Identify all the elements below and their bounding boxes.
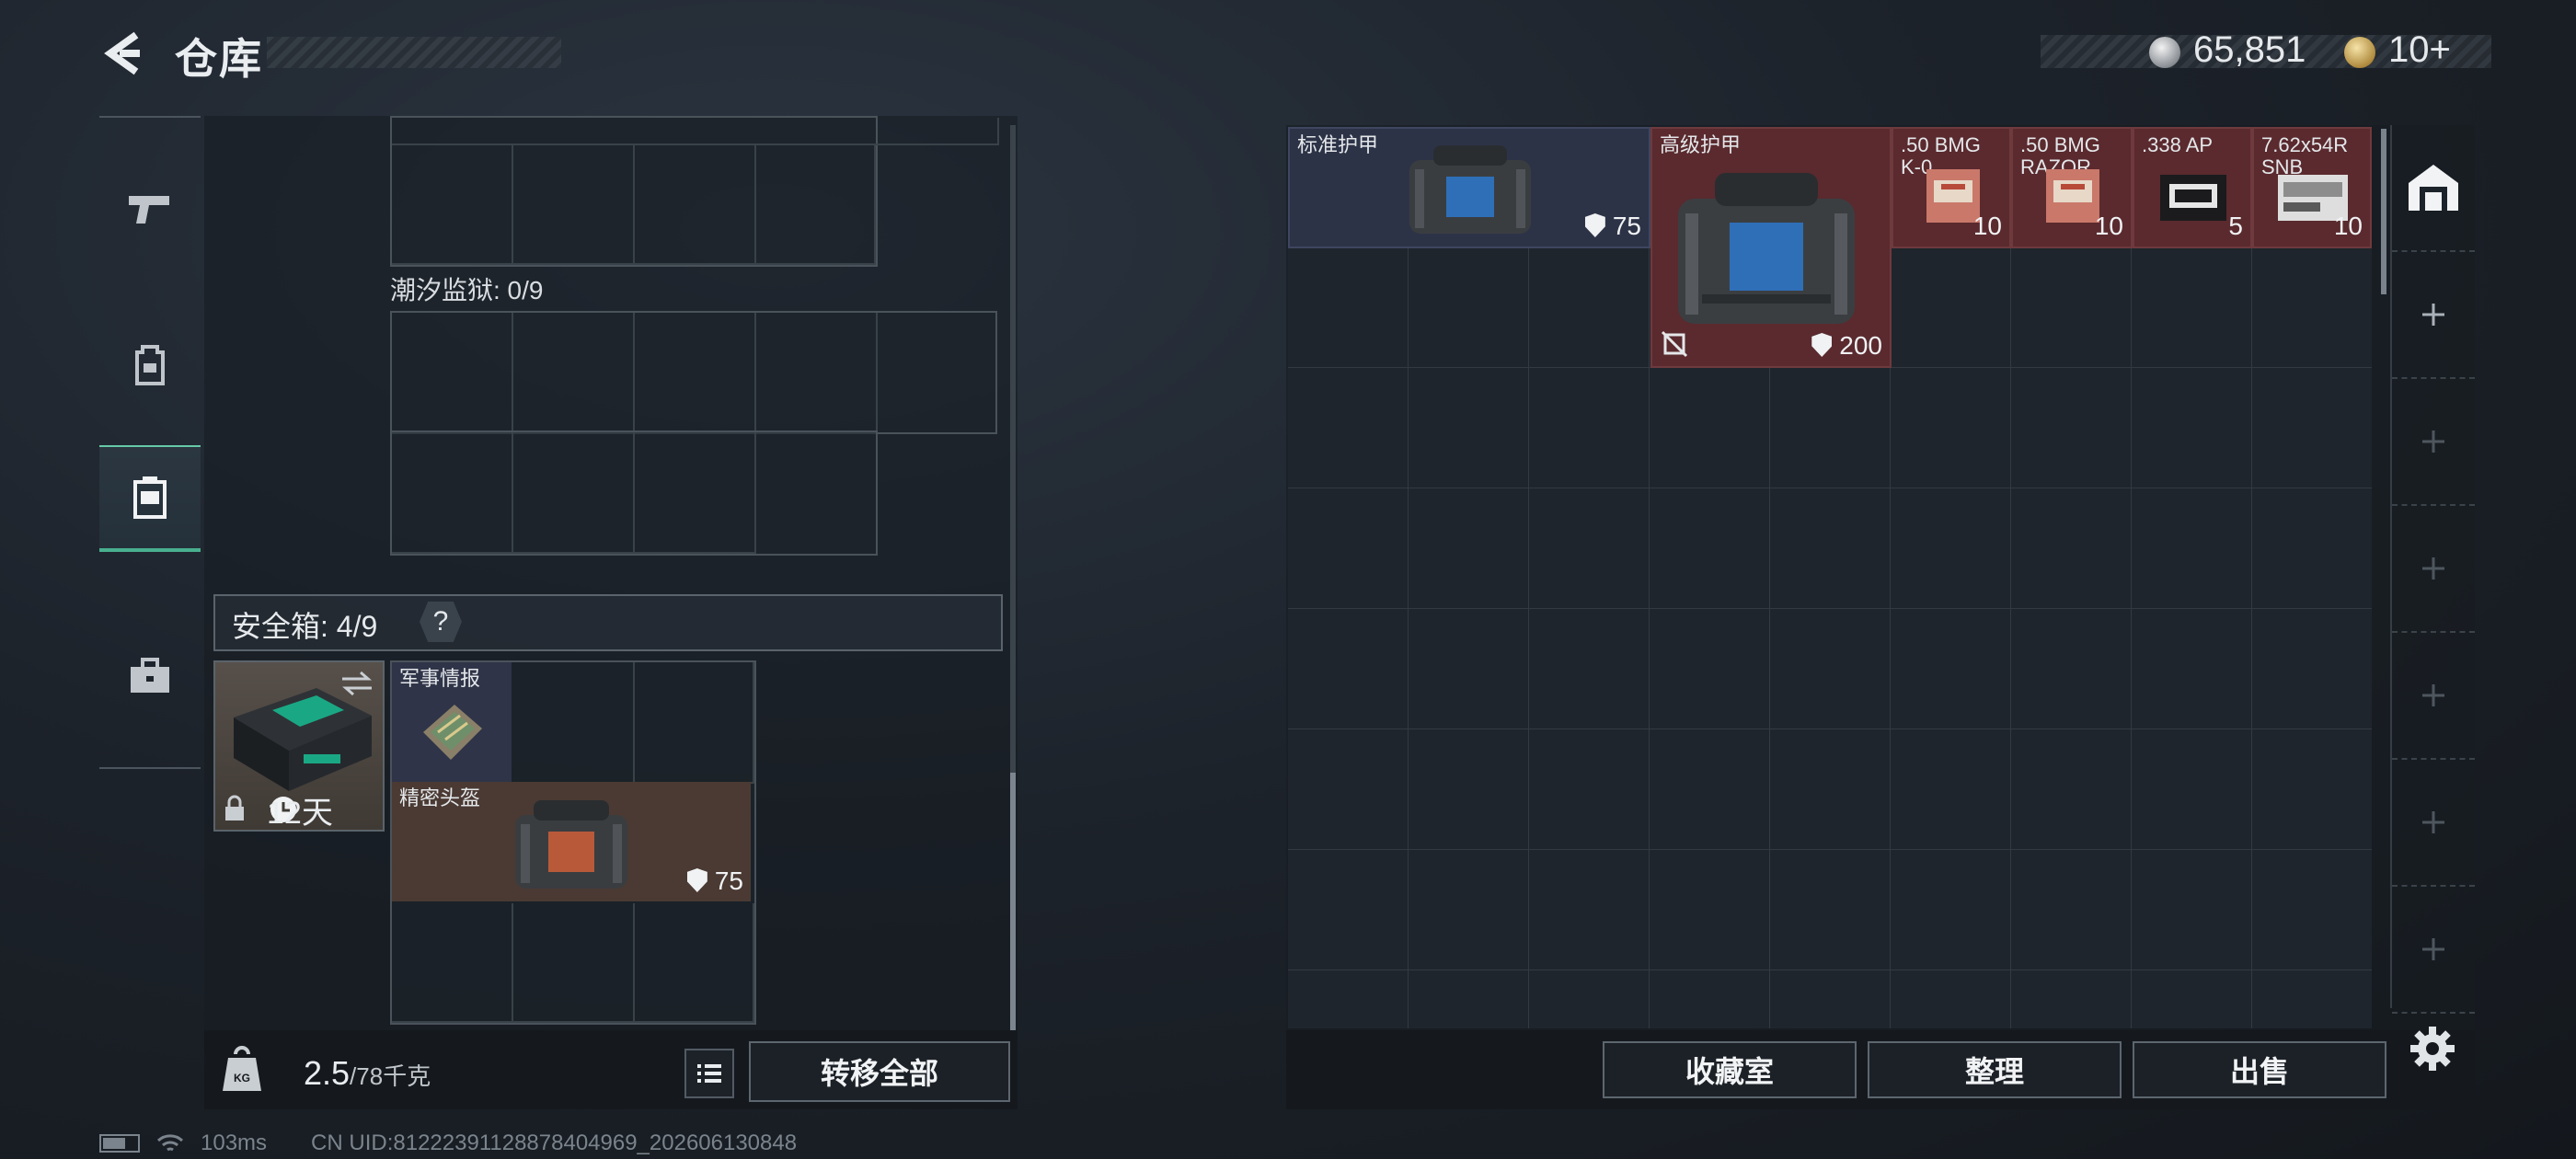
plus-icon — [2422, 430, 2444, 453]
stash-tab-add-4[interactable] — [2392, 633, 2475, 760]
stash-tab-add-3[interactable] — [2392, 506, 2475, 633]
armor-shield-icon — [686, 868, 707, 892]
item-name: 军事情报 — [399, 667, 481, 690]
item-count: 10 — [2094, 212, 2123, 240]
page-title: 仓库 — [175, 35, 263, 83]
lock-icon — [225, 795, 244, 820]
case-icon — [133, 476, 167, 519]
item-precision-helmet[interactable]: 精密头盔 75 — [392, 782, 751, 901]
helmet-bag-image — [515, 800, 627, 889]
transfer-all-button[interactable]: 转移全部 — [749, 1041, 1010, 1102]
stash-scroll-thumb[interactable] — [2381, 129, 2386, 294]
sidebar-item-weapons[interactable] — [99, 158, 201, 259]
container-grid-upper[interactable] — [390, 116, 999, 267]
ping-readout: 103ms — [201, 1130, 268, 1155]
item-advanced-armor[interactable]: 高级护甲 200 — [1650, 127, 1892, 368]
title-decoration — [267, 37, 561, 68]
item-value: 75 — [686, 866, 743, 896]
item-name: 高级护甲 — [1660, 133, 1742, 156]
swap-icon[interactable] — [340, 670, 374, 697]
stash-tab-add-2[interactable] — [2392, 379, 2475, 506]
plus-icon — [2422, 304, 2444, 326]
no-transfer-icon — [1661, 330, 1688, 358]
item-ammo-50bmg-k0[interactable]: .50 BMG K-0 10 — [1892, 127, 2011, 248]
armor-bag-large-image — [1678, 173, 1855, 324]
left-scroll-thumb[interactable] — [1010, 773, 1016, 1030]
weight-readout: 2.5/78千克 — [304, 1054, 431, 1093]
collection-room-button[interactable]: 收藏室 — [1603, 1041, 1857, 1098]
organize-button[interactable]: 整理 — [1868, 1041, 2122, 1098]
warehouse-icon — [2409, 165, 2458, 211]
intel-document-image — [423, 705, 482, 760]
weight-kg-icon: KG — [223, 1046, 261, 1091]
battery-icon — [99, 1134, 140, 1153]
safe-help-button[interactable]: ? — [420, 602, 462, 642]
prison-container-label: 潮汐监狱: 0/9 — [390, 276, 544, 304]
item-standard-armor[interactable]: 标准护甲 75 — [1288, 127, 1650, 248]
item-value: 75 — [1584, 212, 1641, 241]
prison-grid-row-2[interactable] — [390, 430, 878, 556]
coin-balance: 65,851 — [2193, 29, 2306, 70]
prison-grid-row-1[interactable] — [390, 311, 997, 434]
stash-tabs — [2390, 125, 2475, 1014]
stash-tab-add-5[interactable] — [2392, 760, 2475, 887]
uid-readout: CN UID:81222391128878404969_202606130848 — [311, 1130, 798, 1155]
item-count: 10 — [2333, 212, 2363, 240]
token-balance[interactable]: 10+ — [2388, 29, 2451, 71]
weight-current: 2.5 — [304, 1054, 351, 1092]
toolbox-icon — [131, 658, 169, 693]
plus-icon — [2422, 938, 2444, 960]
ammo-box-image — [2160, 175, 2226, 221]
stash-tab-add-6[interactable] — [2392, 887, 2475, 1014]
armor-shield-icon — [1811, 333, 1833, 357]
item-count: 10 — [1972, 212, 2002, 240]
item-name: .338 AP — [2142, 133, 2214, 156]
item-ammo-762x54r-snb[interactable]: 7.62x54R SNB 10 — [2252, 127, 2372, 248]
gear-icon[interactable] — [2407, 1023, 2458, 1074]
status-bar: 103ms CN UID:81222391128878404969_202606… — [99, 1130, 797, 1157]
armor-bag-image — [1409, 145, 1531, 234]
sidebar-item-container[interactable] — [99, 445, 201, 552]
sidebar-item-tools[interactable] — [99, 625, 201, 727]
item-military-intel[interactable]: 军事情报 — [392, 662, 512, 782]
safe-box-label: 安全箱: 4/9 — [232, 610, 378, 643]
token-icon — [2344, 37, 2375, 68]
stash-tab-main[interactable] — [2392, 125, 2475, 252]
back-arrow-icon[interactable] — [99, 28, 151, 79]
pistol-icon — [129, 196, 169, 224]
item-value: 200 — [1811, 331, 1882, 361]
plus-icon — [2422, 811, 2444, 833]
armor-shield-icon — [1584, 213, 1605, 237]
weight-max: /78千克 — [350, 1062, 431, 1090]
item-name: 精密头盔 — [399, 786, 481, 809]
list-icon — [697, 1064, 721, 1083]
sell-button[interactable]: 出售 — [2133, 1041, 2386, 1098]
coin-icon — [2149, 37, 2180, 68]
item-count: 5 — [2228, 212, 2243, 240]
item-ammo-338-ap[interactable]: .338 AP 5 — [2133, 127, 2252, 248]
plus-icon — [2422, 684, 2444, 706]
sidebar-item-armor[interactable] — [99, 315, 201, 416]
wifi-icon — [156, 1134, 184, 1152]
safe-box-timer: 12天 — [267, 796, 333, 831]
plus-icon — [2422, 557, 2444, 580]
category-sidebar — [99, 116, 201, 769]
item-ammo-50bmg-razor[interactable]: .50 BMG RAZOR 10 — [2011, 127, 2133, 248]
backpack-icon — [135, 345, 165, 385]
stash-tab-add-1[interactable] — [2392, 252, 2475, 379]
svg-text:KG: KG — [234, 1072, 250, 1084]
list-view-button[interactable] — [684, 1049, 734, 1098]
item-name: 标准护甲 — [1297, 133, 1379, 156]
